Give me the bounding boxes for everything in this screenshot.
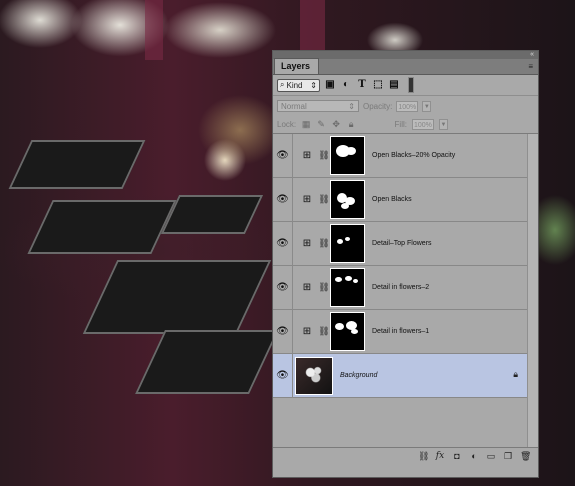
curves-adjustment-icon: ⊞ (302, 150, 312, 161)
lock-position-icon[interactable]: ✥ (331, 119, 341, 130)
lock-icon: 🔒︎ (513, 369, 518, 379)
new-adjustment-icon[interactable]: ◐ (469, 451, 479, 461)
layer-name: Detail–Top Flowers (372, 240, 432, 247)
layer-row[interactable]: 👁︎ ⊞ ⛓︎ Detail in flowers–2 (273, 265, 528, 310)
blend-mode-value: Normal (281, 101, 307, 111)
layer-row[interactable]: 👁︎ ⊞ ⛓︎ Detail in flowers–1 (273, 309, 528, 354)
fill-dropdown-icon[interactable]: ▼ (439, 119, 448, 130)
background-thumbnail[interactable] (295, 356, 333, 395)
add-mask-icon[interactable]: ◘ (452, 451, 462, 461)
search-icon: ⌕ (280, 80, 285, 89)
new-layer-icon[interactable]: ❐ (503, 451, 513, 462)
eye-icon[interactable]: 👁︎ (273, 265, 293, 310)
mask-link-icon[interactable]: ⛓︎ (318, 282, 330, 293)
lock-all-icon[interactable]: 🔒︎ (346, 119, 356, 130)
layer-mask-thumbnail[interactable] (330, 268, 365, 307)
fill-label: Fill: (394, 120, 407, 129)
layer-name: Detail in flowers–2 (372, 284, 430, 291)
delete-layer-icon[interactable]: 🗑︎ (520, 451, 531, 462)
chevron-updown-icon: ⇕ (348, 101, 355, 111)
link-layers-icon[interactable]: ⛓︎ (418, 451, 429, 462)
eye-icon[interactable]: 👁︎ (273, 221, 293, 266)
curves-adjustment-icon: ⊞ (302, 282, 312, 293)
layer-mask-thumbnail[interactable] (330, 180, 365, 219)
curves-adjustment-icon: ⊞ (302, 326, 312, 337)
blend-mode-select[interactable]: Normal ⇕ (277, 100, 359, 112)
mask-link-icon[interactable]: ⛓︎ (318, 150, 330, 161)
fx-icon[interactable]: fx (435, 451, 445, 461)
smart-object-filter-icon[interactable]: ▤ (388, 79, 400, 91)
lock-transparent-icon[interactable]: ▦ (301, 119, 311, 130)
layers-panel: « Layers ≡ ⌕ Kind ⇕ ▣ ◐ T ⬚ ▤ Normal ⇕ O… (272, 50, 539, 478)
eye-icon[interactable]: 👁︎ (273, 353, 293, 398)
mask-link-icon[interactable]: ⛓︎ (318, 194, 330, 205)
layer-row[interactable]: 👁︎ ⊞ ⛓︎ Open Blacks (273, 177, 528, 222)
layer-name: Detail in flowers–1 (372, 328, 430, 335)
tab-layers[interactable]: Layers (274, 58, 320, 74)
eye-icon[interactable]: 👁︎ (273, 134, 293, 178)
mask-link-icon[interactable]: ⛓︎ (318, 238, 330, 249)
type-filter-icon[interactable]: T (356, 79, 368, 91)
layer-name: Open Blacks (372, 196, 412, 203)
opacity-label: Opacity: (363, 101, 393, 111)
opacity-dropdown-icon[interactable]: ▼ (422, 100, 432, 112)
collapse-panel-icon[interactable]: « (530, 51, 534, 59)
new-group-icon[interactable]: ▭ (486, 451, 496, 462)
layer-row-background[interactable]: 👁︎ Background 🔒︎ (273, 353, 528, 398)
kind-label: Kind (286, 80, 303, 90)
kind-filter-select[interactable]: ⌕ Kind ⇕ (277, 78, 320, 92)
layer-row[interactable]: 👁︎ ⊞ ⛓︎ Detail–Top Flowers (273, 221, 528, 266)
curves-adjustment-icon: ⊞ (302, 238, 312, 249)
layers-list: 👁︎ ⊞ ⛓︎ Open Blacks–20% Opacity 👁︎ ⊞ ⛓︎ … (273, 134, 538, 448)
eye-icon[interactable]: 👁︎ (273, 309, 293, 354)
image-filter-icon[interactable]: ▣ (324, 79, 336, 91)
panel-menu-icon[interactable]: ≡ (528, 62, 533, 71)
layer-name: Background (340, 372, 378, 379)
layer-mask-thumbnail[interactable] (330, 312, 365, 351)
panel-bottom-bar: ⛓︎ fx ◘ ◐ ▭ ❐ 🗑︎ (273, 448, 538, 464)
mask-link-icon[interactable]: ⛓︎ (318, 326, 330, 337)
lock-label: Lock: (277, 120, 297, 129)
lock-image-icon[interactable]: ✎ (316, 119, 326, 130)
eye-icon[interactable]: 👁︎ (273, 177, 293, 222)
panel-tab-row: Layers ≡ (273, 58, 538, 75)
fill-input[interactable]: 100% (412, 119, 434, 130)
curves-adjustment-icon: ⊞ (302, 194, 312, 205)
layers-scrollbar[interactable] (527, 134, 538, 447)
blend-row: Normal ⇕ Opacity: 100% ▼ (273, 96, 538, 116)
adjustment-filter-icon[interactable]: ◐ (340, 79, 352, 91)
opacity-input[interactable]: 100% (396, 100, 419, 112)
lock-row: Lock: ▦ ✎ ✥ 🔒︎ Fill: 100% ▼ (273, 116, 538, 134)
layer-mask-thumbnail[interactable] (330, 224, 365, 263)
layer-mask-thumbnail[interactable] (330, 136, 365, 175)
filter-toggle-switch[interactable] (408, 77, 414, 93)
shape-filter-icon[interactable]: ⬚ (372, 79, 384, 91)
layer-name: Open Blacks–20% Opacity (372, 152, 456, 159)
chevron-updown-icon: ⇕ (310, 80, 317, 90)
layer-row[interactable]: 👁︎ ⊞ ⛓︎ Open Blacks–20% Opacity (273, 134, 528, 178)
filter-row: ⌕ Kind ⇕ ▣ ◐ T ⬚ ▤ (273, 75, 538, 96)
